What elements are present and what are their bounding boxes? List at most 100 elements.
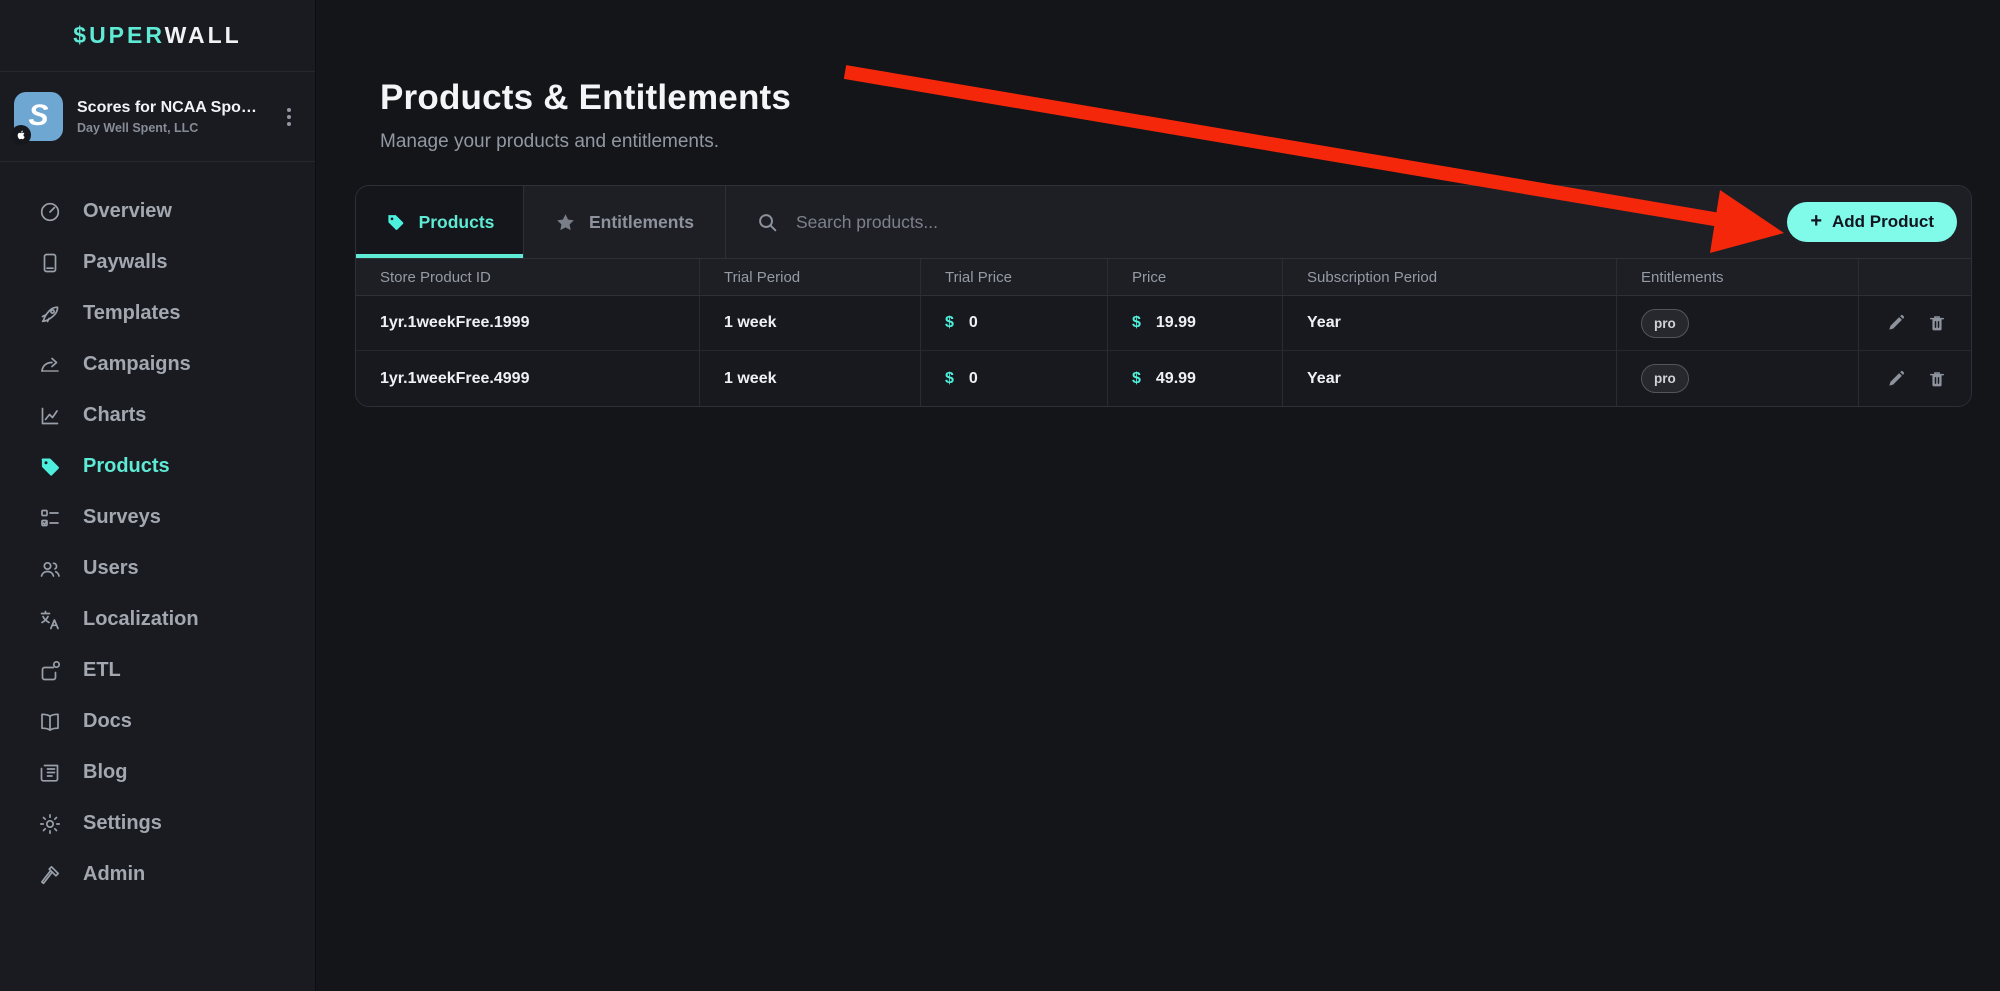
sidebar-item-localization[interactable]: Localization	[0, 594, 315, 645]
cell-subscription-period: Year	[1283, 351, 1617, 406]
tag-icon	[38, 455, 62, 479]
trash-icon	[1927, 369, 1947, 389]
app-icon: S	[14, 92, 63, 141]
edit-button[interactable]	[1886, 369, 1906, 389]
edit-button[interactable]	[1886, 313, 1906, 333]
phone-icon	[38, 251, 62, 275]
sidebar-item-label: Admin	[83, 863, 145, 886]
cell-entitlements: pro	[1617, 351, 1859, 406]
sidebar-item-surveys[interactable]: Surveys	[0, 492, 315, 543]
trial-price-value: 0	[969, 370, 978, 388]
main-content: Products & Entitlements Manage your prod…	[316, 0, 2000, 991]
search-icon	[756, 211, 779, 234]
cell-entitlements: pro	[1617, 296, 1859, 350]
app-name: Scores for NCAA Spo…	[77, 99, 269, 117]
export-icon	[38, 659, 62, 683]
sidebar-item-settings[interactable]: Settings	[0, 798, 315, 849]
sidebar-item-docs[interactable]: Docs	[0, 696, 315, 747]
apple-platform-icon	[11, 125, 31, 145]
sidebar-item-label: Users	[83, 557, 139, 580]
column-header-actions	[1859, 259, 1971, 295]
sidebar-item-label: Localization	[83, 608, 199, 631]
sidebar-item-admin[interactable]: Admin	[0, 849, 315, 900]
currency-symbol: $	[945, 314, 954, 332]
app-root: $UPERWALL S Scores for NCAA Spo… Day Wel…	[0, 0, 2000, 991]
tab-label: Entitlements	[589, 212, 694, 233]
sidebar-item-blog[interactable]: Blog	[0, 747, 315, 798]
tag-icon	[385, 212, 406, 233]
sidebar-item-label: Campaigns	[83, 353, 191, 376]
delete-button[interactable]	[1927, 369, 1947, 389]
add-product-button[interactable]: + Add Product	[1787, 202, 1957, 242]
cell-price: $ 49.99	[1108, 351, 1283, 406]
column-header-price: Price	[1108, 259, 1283, 295]
products-card: Products Entitlements + Add Product	[355, 185, 1972, 407]
cell-actions	[1859, 296, 1971, 350]
trial-price-value: 0	[969, 314, 978, 332]
page-title: Products & Entitlements	[380, 78, 2000, 118]
search-box	[726, 186, 1787, 258]
sidebar-item-products[interactable]: Products	[0, 441, 315, 492]
price-value: 49.99	[1156, 370, 1196, 388]
book-icon	[38, 710, 62, 734]
cell-trial-period: 1 week	[700, 351, 921, 406]
share-arrow-icon	[38, 353, 62, 377]
column-header-trial-price: Trial Price	[921, 259, 1108, 295]
column-header-store-product-id: Store Product ID	[356, 259, 700, 295]
sidebar-item-label: Blog	[83, 761, 127, 784]
sidebar-item-paywalls[interactable]: Paywalls	[0, 237, 315, 288]
price-value: 19.99	[1156, 314, 1196, 332]
app-switcher[interactable]: S Scores for NCAA Spo… Day Well Spent, L…	[0, 72, 315, 162]
cell-price: $ 19.99	[1108, 296, 1283, 350]
sidebar-item-campaigns[interactable]: Campaigns	[0, 339, 315, 390]
sidebar-item-label: Surveys	[83, 506, 161, 529]
sidebar-item-overview[interactable]: Overview	[0, 186, 315, 237]
star-icon	[555, 212, 576, 233]
sidebar-item-label: Paywalls	[83, 251, 168, 274]
app-org: Day Well Spent, LLC	[77, 121, 269, 135]
sidebar: $UPERWALL S Scores for NCAA Spo… Day Wel…	[0, 0, 316, 991]
tab-label: Products	[419, 212, 495, 233]
sidebar-item-label: Charts	[83, 404, 146, 427]
sidebar-item-label: Settings	[83, 812, 162, 835]
superwall-logo[interactable]: $UPERWALL	[0, 0, 315, 72]
hammer-icon	[38, 863, 62, 887]
kebab-menu-icon[interactable]	[283, 102, 295, 132]
tab-entitlements[interactable]: Entitlements	[524, 186, 726, 258]
column-header-trial-period: Trial Period	[700, 259, 921, 295]
pencil-icon	[1886, 369, 1906, 389]
sidebar-item-label: Overview	[83, 200, 172, 223]
newspaper-icon	[38, 761, 62, 785]
plus-icon: +	[1810, 210, 1822, 233]
app-meta: Scores for NCAA Spo… Day Well Spent, LLC	[77, 99, 269, 135]
sidebar-item-etl[interactable]: ETL	[0, 645, 315, 696]
sidebar-item-label: ETL	[83, 659, 121, 682]
cell-store-product-id: 1yr.1weekFree.4999	[356, 351, 700, 406]
page-subtitle: Manage your products and entitlements.	[380, 131, 2000, 153]
sidebar-item-label: Templates	[83, 302, 180, 325]
trash-icon	[1927, 313, 1947, 333]
users-icon	[38, 557, 62, 581]
cell-subscription-period: Year	[1283, 296, 1617, 350]
gear-icon	[38, 812, 62, 836]
tab-products[interactable]: Products	[356, 186, 524, 258]
entitlement-badge: pro	[1641, 309, 1689, 338]
app-icon-letter: S	[28, 99, 48, 133]
cell-store-product-id: 1yr.1weekFree.1999	[356, 296, 700, 350]
cell-trial-price: $ 0	[921, 296, 1108, 350]
search-input[interactable]	[796, 212, 1436, 233]
sidebar-item-label: Products	[83, 455, 170, 478]
gauge-icon	[38, 200, 62, 224]
translate-icon	[38, 608, 62, 632]
column-header-subscription-period: Subscription Period	[1283, 259, 1617, 295]
delete-button[interactable]	[1927, 313, 1947, 333]
rocket-icon	[38, 302, 62, 326]
cell-actions	[1859, 351, 1971, 406]
currency-symbol: $	[1132, 314, 1141, 332]
sidebar-item-label: Docs	[83, 710, 132, 733]
sidebar-item-charts[interactable]: Charts	[0, 390, 315, 441]
sidebar-item-users[interactable]: Users	[0, 543, 315, 594]
currency-symbol: $	[945, 370, 954, 388]
sidebar-item-templates[interactable]: Templates	[0, 288, 315, 339]
line-chart-icon	[38, 404, 62, 428]
